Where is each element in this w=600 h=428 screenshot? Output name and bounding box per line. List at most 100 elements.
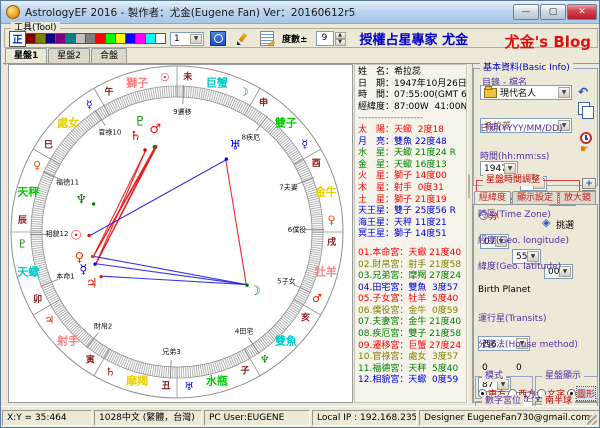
app-window: AstrologyEF 2016 - 製作者：尤金(Eugene Fan) Ve… bbox=[0, 0, 600, 428]
zodiac-sign-label-天蠍: 天蠍 bbox=[17, 264, 39, 278]
reset-color-button[interactable]: 正 bbox=[9, 30, 26, 47]
resize-grip[interactable] bbox=[587, 415, 597, 425]
color-swatch-4[interactable] bbox=[66, 33, 76, 44]
edit-note-icon[interactable] bbox=[260, 31, 274, 46]
house-label-9: 9遷移 bbox=[173, 107, 191, 116]
dropdown-arrow-icon[interactable]: ▼ bbox=[190, 33, 202, 44]
settings-tab-strip: 經緯度 顯示設定 放大鏡 bbox=[474, 191, 597, 204]
folder-icon bbox=[484, 85, 497, 98]
adjust-plus-button[interactable]: + bbox=[582, 178, 596, 189]
folder-dropdown[interactable]: 現代名人 ▼ bbox=[480, 85, 572, 100]
undo-icon[interactable]: ↶ bbox=[578, 85, 588, 99]
toolbar: 正 1 ▼ 度數± 9 ▲ ▼ 授權占星專家 尤金 bbox=[9, 30, 468, 48]
house-label-8: 8疾厄 bbox=[242, 132, 260, 141]
dropdown-arrow-icon[interactable]: ▼ bbox=[558, 87, 570, 98]
house-label-7: 7夫妻 bbox=[279, 183, 297, 192]
dropdown-arrow-icon[interactable]: ▼ bbox=[504, 163, 516, 174]
planet-glyph-uranus: ♅ bbox=[229, 138, 241, 153]
splitter-grip bbox=[468, 174, 470, 198]
aspect-line-mercury-pluto bbox=[95, 147, 156, 264]
zodiac-sign-label-摩羯: 摩羯 bbox=[126, 373, 148, 387]
color-swatch-6[interactable] bbox=[86, 33, 96, 44]
maximize-button[interactable]: ▢ bbox=[540, 4, 566, 20]
settings-tab-放大鏡[interactable]: 放大鏡 bbox=[559, 191, 597, 204]
info-line: 08.疾厄宮：雙子 21度58 bbox=[358, 329, 462, 340]
birth-data-panel: 姓 名：希拉蕊日 期：1947年10月26日時 間：07:55:00(GMT 6… bbox=[354, 64, 467, 403]
info-line: 01.本命宮：天蠍 21度40 bbox=[358, 247, 462, 258]
copy-file-icon[interactable] bbox=[578, 102, 594, 119]
earthly-branch-子: 子 bbox=[240, 365, 249, 376]
zodiac-sign-label-天秤: 天秤 bbox=[17, 185, 39, 199]
spin-up-icon[interactable]: ▲ bbox=[334, 31, 346, 39]
earthly-branch-丑: 丑 bbox=[162, 381, 171, 392]
earthly-branch-申: 申 bbox=[259, 96, 268, 108]
zodiac-sign-label-處女: 處女 bbox=[57, 116, 79, 130]
pen-width-dropdown[interactable]: 1 ▼ bbox=[170, 31, 204, 46]
close-button[interactable]: ✕ bbox=[567, 4, 597, 20]
color-swatch-1[interactable] bbox=[36, 33, 46, 44]
sign-ruler-glyph-牡羊: ♂ bbox=[312, 292, 322, 305]
transits-label: 運行星(Transits) bbox=[478, 314, 547, 324]
info-line: 10.官祿宮：處女 3度57 bbox=[358, 352, 459, 363]
aspect-line-moon-uranus bbox=[225, 159, 247, 285]
planet-glyph-sun: ☉ bbox=[70, 229, 82, 244]
color-swatch-3[interactable] bbox=[56, 33, 66, 44]
degree-value[interactable]: 9 bbox=[315, 31, 334, 46]
settings-tab-顯示設定[interactable]: 顯示設定 bbox=[512, 191, 559, 204]
house-cusp-tick bbox=[182, 85, 185, 105]
map-pick-icon[interactable]: ◈ bbox=[542, 216, 550, 229]
house-label-2: 財帛2 bbox=[94, 322, 112, 331]
minimize-button[interactable]: — bbox=[513, 4, 539, 20]
color-swatch-7[interactable] bbox=[96, 33, 106, 44]
status-cell-2: PC User:EUGENE bbox=[204, 410, 310, 426]
house-label-1: 本命1 bbox=[56, 271, 74, 280]
planet-glyph-jupiter: ♃ bbox=[86, 277, 98, 292]
pencil-icon[interactable] bbox=[236, 32, 250, 46]
tab-星盤2[interactable]: 星盤2 bbox=[48, 48, 90, 64]
house-cusp-tick bbox=[169, 359, 172, 379]
color-swatch-9[interactable] bbox=[116, 33, 126, 44]
planet-glyph-saturn: ♄ bbox=[130, 129, 142, 144]
sign-ruler-glyph-射手: ♃ bbox=[44, 313, 54, 326]
blog-link[interactable]: 尤金's Blog bbox=[505, 31, 591, 52]
sign-ruler-glyph-雙魚: ♆ bbox=[260, 353, 270, 366]
earthly-branch-未: 未 bbox=[182, 70, 193, 82]
time-label: 時間(hh:mm:ss) bbox=[480, 152, 550, 162]
sign-ruler-glyph-天蠍: ♇ bbox=[18, 238, 28, 251]
planet-dot-uranus bbox=[224, 157, 229, 161]
pointing-hand-icon[interactable]: ☛ bbox=[580, 144, 589, 155]
status-cell-0: X:Y = 35:464 bbox=[2, 410, 92, 426]
date-label: 日期(YYYY/MM/DD) bbox=[480, 124, 563, 134]
earthly-branch-亥: 亥 bbox=[301, 312, 310, 324]
info-line: 木 星：射手 0度31 bbox=[358, 182, 444, 193]
color-swatch-2[interactable] bbox=[46, 33, 56, 44]
color-swatch-12[interactable] bbox=[146, 33, 156, 44]
info-line: 05.子女宮：牡羊 5度40 bbox=[358, 294, 459, 305]
planet-glyph-mars: ♂ bbox=[149, 122, 161, 137]
color-swatch-0[interactable] bbox=[26, 33, 36, 44]
earthly-branch-寅: 寅 bbox=[86, 354, 95, 366]
color-swatch-8[interactable] bbox=[106, 33, 116, 44]
earthly-branch-戌: 戌 bbox=[327, 236, 336, 248]
color-swatch-5[interactable] bbox=[76, 33, 86, 44]
zodiac-sign-label-金牛: 金牛 bbox=[314, 185, 337, 199]
color-swatch-10[interactable] bbox=[126, 33, 136, 44]
tab-合盤[interactable]: 合盤 bbox=[91, 48, 128, 64]
house-label-10: 官祿10 bbox=[98, 128, 121, 137]
color-swatch-11[interactable] bbox=[136, 33, 146, 44]
capture-icon-button[interactable] bbox=[210, 31, 226, 46]
info-line: 06.僕役宮：金牛 0度59 bbox=[358, 305, 459, 316]
info-line: 02.財帛宮：射手 21度58 bbox=[358, 259, 462, 270]
planet-dot-pluto bbox=[152, 145, 157, 149]
color-swatch-13[interactable] bbox=[156, 33, 166, 44]
zodiac-sign-label-巨蟹: 巨蟹 bbox=[206, 76, 228, 90]
settings-tab-經緯度[interactable]: 經緯度 bbox=[474, 191, 512, 204]
status-cell-4: Designer EugeneFan730@gmail.com bbox=[419, 410, 599, 426]
spin-down-icon[interactable]: ▼ bbox=[334, 38, 346, 46]
earthly-branch-酉: 酉 bbox=[312, 158, 321, 169]
clock-icon[interactable] bbox=[580, 132, 592, 144]
zodiac-sign-label-射手: 射手 bbox=[56, 333, 79, 347]
sign-ruler-glyph-水瓶: ♅ bbox=[184, 380, 194, 393]
planet-glyph-moon: ☽ bbox=[249, 284, 261, 299]
timezone-label: 時區(Time Zone) bbox=[478, 210, 551, 220]
